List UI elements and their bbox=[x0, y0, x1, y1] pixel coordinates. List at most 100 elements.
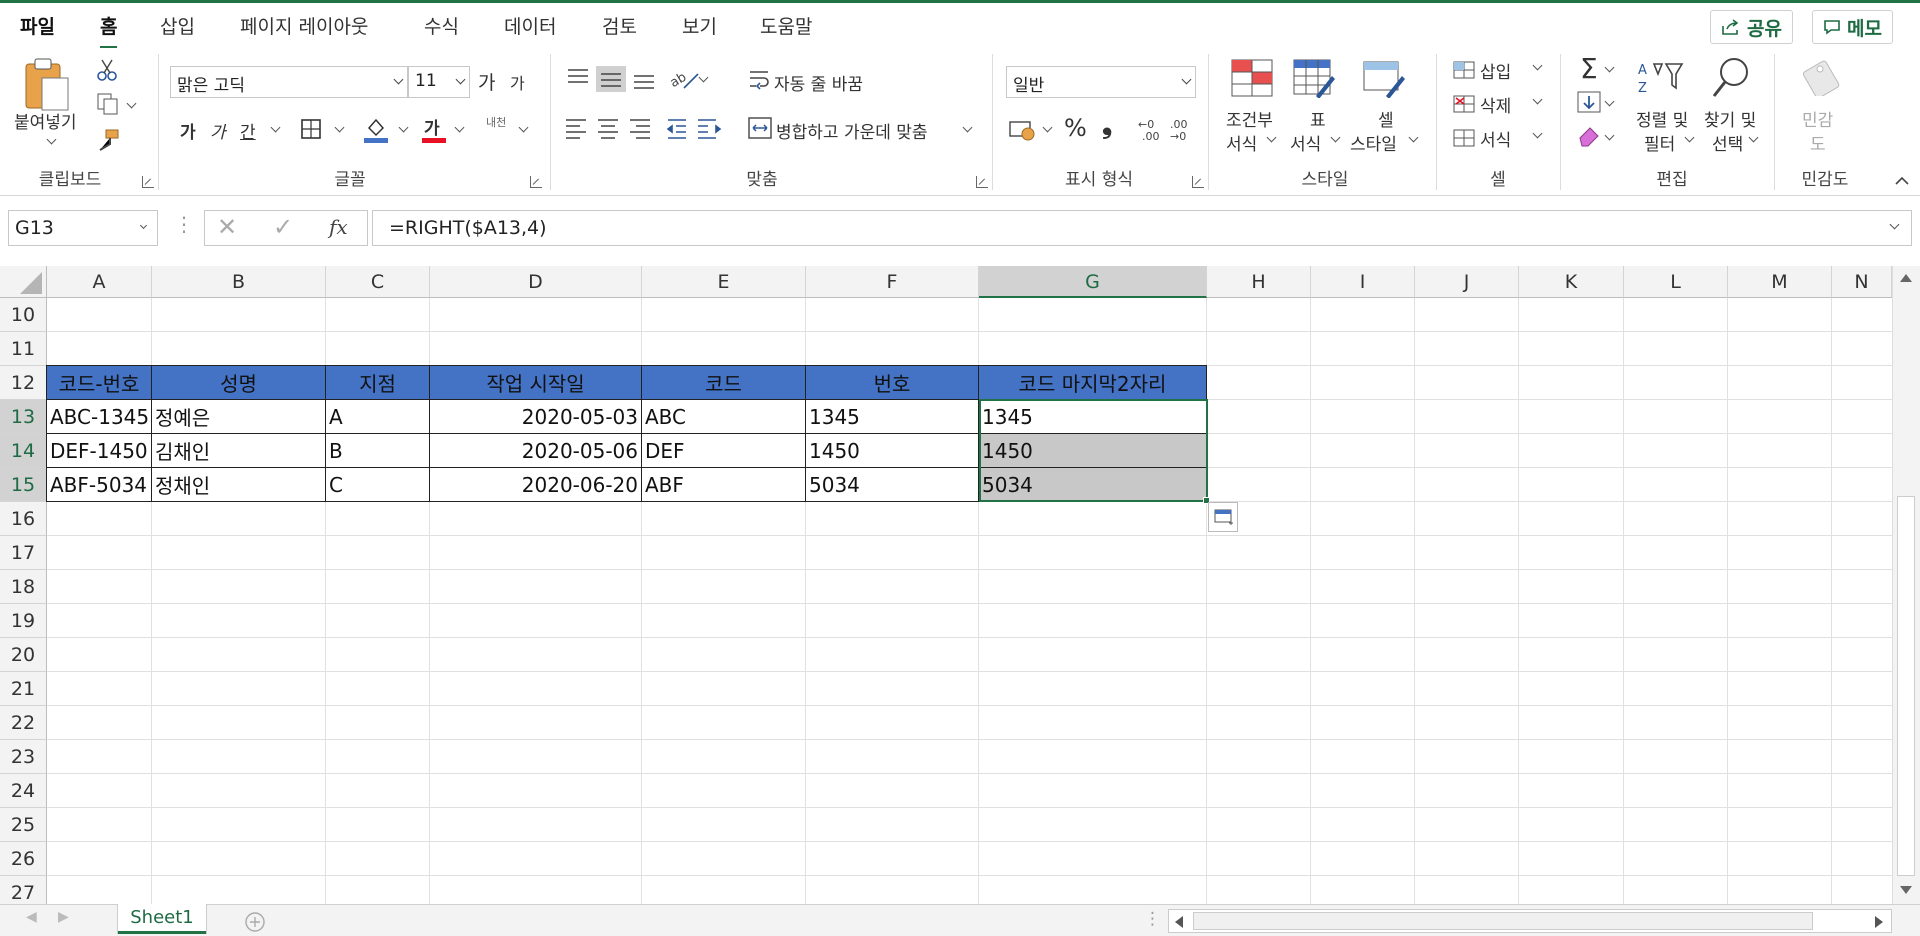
fill-dropdown-icon[interactable] bbox=[1604, 96, 1615, 107]
scroll-down-icon[interactable] bbox=[1899, 884, 1913, 896]
vertical-scroll-thumb[interactable] bbox=[1897, 496, 1915, 876]
delete-dropdown-icon[interactable] bbox=[1532, 94, 1543, 105]
autosum-dropdown-icon[interactable] bbox=[1604, 62, 1615, 73]
more-options-icon[interactable]: ⋮ bbox=[174, 212, 194, 236]
clear-icon[interactable] bbox=[1576, 124, 1602, 148]
underline-button[interactable]: 간 bbox=[240, 118, 256, 143]
sort-filter-icon[interactable]: AZ bbox=[1636, 58, 1684, 98]
table-cell[interactable]: 1345 bbox=[805, 399, 979, 434]
sort-dropdown-icon[interactable] bbox=[1684, 132, 1695, 143]
row-header-26[interactable]: 26 bbox=[0, 842, 47, 876]
share-button[interactable]: 공유 bbox=[1710, 10, 1793, 44]
row-header-20[interactable]: 20 bbox=[0, 638, 47, 672]
table-cell[interactable]: ABC bbox=[641, 399, 806, 434]
table-header-cell[interactable]: 작업 시작일 bbox=[429, 365, 642, 400]
phonetic-button[interactable]: 내천 bbox=[486, 114, 506, 130]
cancel-icon[interactable]: ✕ bbox=[217, 213, 237, 241]
next-sheet-icon[interactable]: ▶ bbox=[58, 909, 69, 925]
sort-filter-label-1[interactable]: 정렬 및 bbox=[1636, 106, 1688, 131]
name-box-dropdown-icon[interactable] bbox=[139, 221, 148, 230]
cell-styles-dropdown-icon[interactable] bbox=[1408, 132, 1419, 143]
insert-dropdown-icon[interactable] bbox=[1532, 60, 1543, 71]
collapse-ribbon-icon[interactable] bbox=[1894, 174, 1910, 186]
number-launcher-icon[interactable] bbox=[1192, 176, 1204, 188]
column-header-f[interactable]: F bbox=[806, 266, 979, 298]
table-cell[interactable]: ABC-1345 bbox=[46, 399, 152, 434]
tab-page-layout[interactable]: 페이지 레이아웃 bbox=[240, 12, 368, 39]
table-dropdown-icon[interactable] bbox=[1330, 132, 1341, 143]
horizontal-align-icons[interactable] bbox=[564, 116, 724, 140]
column-header-c[interactable]: C bbox=[326, 266, 430, 298]
table-cell[interactable]: ABF-5034 bbox=[46, 467, 152, 502]
conditional-formatting-icon[interactable] bbox=[1230, 58, 1274, 98]
delete-cells-icon[interactable] bbox=[1452, 94, 1476, 114]
column-header-a[interactable]: A bbox=[47, 266, 152, 298]
table-header-cell[interactable]: 코드 bbox=[641, 365, 806, 400]
border-icon[interactable] bbox=[300, 118, 322, 140]
table-cell[interactable]: 정채인 bbox=[151, 467, 326, 502]
tab-data[interactable]: 데이터 bbox=[504, 12, 556, 39]
table-cell[interactable]: 5034 bbox=[805, 467, 979, 502]
table-cell[interactable]: B bbox=[325, 433, 430, 468]
new-sheet-icon[interactable] bbox=[244, 911, 266, 933]
conditional-formatting-label-1[interactable]: 조건부 bbox=[1226, 106, 1273, 131]
vertical-scrollbar[interactable] bbox=[1892, 266, 1920, 904]
scroll-up-icon[interactable] bbox=[1899, 272, 1913, 284]
select-all-button[interactable] bbox=[0, 266, 47, 298]
find-select-label-2[interactable]: 선택 bbox=[1712, 130, 1743, 155]
table-header-cell[interactable]: 코드-번호 bbox=[46, 365, 152, 400]
row-header-15[interactable]: 15 bbox=[0, 468, 47, 502]
table-cell[interactable]: 1450 bbox=[805, 433, 979, 468]
paste-icon[interactable] bbox=[22, 56, 72, 112]
bold-button[interactable]: 가 bbox=[180, 118, 196, 143]
insert-cells-button[interactable]: 삽입 bbox=[1480, 58, 1511, 83]
row-header-10[interactable]: 10 bbox=[0, 298, 47, 332]
cell-styles-label-1[interactable]: 셀 bbox=[1378, 106, 1394, 131]
splitter-handle[interactable]: ⋮ bbox=[1144, 909, 1161, 929]
prev-sheet-icon[interactable]: ◀ bbox=[26, 909, 37, 925]
fill-icon[interactable] bbox=[1576, 90, 1602, 114]
border-dropdown-icon[interactable] bbox=[334, 122, 345, 133]
column-header-i[interactable]: I bbox=[1311, 266, 1415, 298]
row-header-13[interactable]: 13 bbox=[0, 400, 47, 434]
merge-center-button[interactable]: 병합하고 가운데 맞춤 bbox=[776, 118, 928, 143]
copy-icon[interactable] bbox=[96, 92, 120, 116]
conditional-formatting-label-2[interactable]: 서식 bbox=[1226, 130, 1257, 155]
grow-font-button[interactable]: 가 bbox=[478, 68, 495, 95]
comments-button[interactable]: 메모 bbox=[1812, 10, 1893, 44]
column-header-l[interactable]: L bbox=[1624, 266, 1728, 298]
scroll-left-icon[interactable] bbox=[1173, 915, 1185, 929]
column-header-j[interactable]: J bbox=[1415, 266, 1519, 298]
row-header-18[interactable]: 18 bbox=[0, 570, 47, 604]
clear-dropdown-icon[interactable] bbox=[1604, 130, 1615, 141]
scroll-right-icon[interactable] bbox=[1873, 915, 1885, 929]
column-header-d[interactable]: D bbox=[430, 266, 642, 298]
number-format-select[interactable]: 일반 bbox=[1006, 66, 1196, 98]
worksheet-grid[interactable]: ABCDEFGHIJKLMN 10 11 12 13 14 15 16 17 18 19 20 21 2… bbox=[0, 266, 1920, 904]
sheet-tab-sheet1[interactable]: Sheet1 bbox=[118, 904, 206, 934]
italic-button[interactable]: 가 bbox=[210, 118, 226, 143]
font-color-button[interactable]: 가 bbox=[424, 114, 440, 139]
row-header-11[interactable]: 11 bbox=[0, 332, 47, 366]
cell-styles-icon[interactable] bbox=[1360, 58, 1408, 98]
format-as-table-label-2[interactable]: 서식 bbox=[1290, 130, 1321, 155]
row-header-23[interactable]: 23 bbox=[0, 740, 47, 774]
row-header-24[interactable]: 24 bbox=[0, 774, 47, 808]
row-header-14[interactable]: 14 bbox=[0, 434, 47, 468]
tab-review[interactable]: 검토 bbox=[602, 12, 637, 39]
tab-file[interactable]: 파일 bbox=[20, 12, 55, 39]
underline-dropdown-icon[interactable] bbox=[270, 122, 281, 133]
format-dropdown-icon[interactable] bbox=[1532, 128, 1543, 139]
insert-function-button[interactable]: fx bbox=[329, 215, 348, 239]
formula-input[interactable]: =RIGHT($A13,4) bbox=[372, 210, 1912, 246]
column-header-n[interactable]: N bbox=[1832, 266, 1892, 298]
row-header-19[interactable]: 19 bbox=[0, 604, 47, 638]
column-header-g[interactable]: G bbox=[979, 266, 1207, 298]
column-header-m[interactable]: M bbox=[1728, 266, 1832, 298]
expand-formula-icon[interactable] bbox=[1889, 219, 1900, 230]
accounting-format-icon[interactable] bbox=[1008, 116, 1038, 142]
tab-insert[interactable]: 삽입 bbox=[160, 12, 195, 39]
table-cell[interactable]: DEF-1450 bbox=[46, 433, 152, 468]
format-painter-icon[interactable] bbox=[96, 128, 120, 152]
copy-dropdown-icon[interactable] bbox=[126, 98, 137, 109]
